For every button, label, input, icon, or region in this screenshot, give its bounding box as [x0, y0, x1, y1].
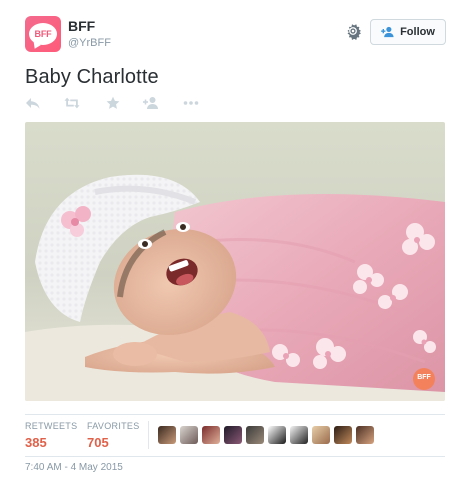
- tweet-timestamp[interactable]: 7:40 AM - 4 May 2015: [25, 462, 123, 473]
- follow-user-icon[interactable]: [143, 96, 159, 110]
- reply-icon[interactable]: [25, 96, 41, 110]
- speech-bubble-logo: BFF: [29, 23, 57, 45]
- favorites-stat[interactable]: FAVORITES 705: [87, 421, 140, 450]
- stats-separator: [148, 421, 149, 449]
- account-avatar[interactable]: BFF: [25, 16, 61, 52]
- tweet-card: BFF BFF @YrBFF Follow Baby Charlotte BFF…: [0, 0, 467, 482]
- retweets-count: 385: [25, 435, 47, 450]
- more-icon[interactable]: [183, 96, 199, 110]
- account-name[interactable]: BFF: [68, 18, 95, 34]
- add-user-icon: [381, 26, 394, 38]
- photo-watermark: BFF: [417, 374, 431, 381]
- account-handle[interactable]: @YrBFF: [68, 37, 111, 49]
- favoriter-avatar[interactable]: [312, 426, 330, 444]
- gear-icon[interactable]: [344, 22, 362, 40]
- favoriter-avatar[interactable]: [290, 426, 308, 444]
- favoriter-avatar[interactable]: [224, 426, 242, 444]
- favoriter-avatar[interactable]: [334, 426, 352, 444]
- avatar-logo-text: BFF: [34, 29, 52, 39]
- favorites-count: 705: [87, 435, 109, 450]
- follow-button-label: Follow: [400, 26, 435, 38]
- favoriter-avatars: [158, 426, 374, 444]
- follow-button[interactable]: Follow: [370, 19, 446, 45]
- favoriter-avatar[interactable]: [180, 426, 198, 444]
- favoriter-avatar[interactable]: [158, 426, 176, 444]
- stats-divider-top: [25, 414, 445, 415]
- retweets-label: RETWEETS: [25, 421, 78, 431]
- stats-divider-bottom: [25, 456, 445, 457]
- baby-photo-illustration: [25, 122, 445, 401]
- tweet-photo[interactable]: BFF: [25, 122, 445, 401]
- retweet-icon[interactable]: [64, 96, 80, 110]
- favoriter-avatar[interactable]: [356, 426, 374, 444]
- favoriter-avatar[interactable]: [246, 426, 264, 444]
- favoriter-avatar[interactable]: [268, 426, 286, 444]
- favoriter-avatar[interactable]: [202, 426, 220, 444]
- favorite-icon[interactable]: [105, 96, 121, 110]
- retweets-stat[interactable]: RETWEETS 385: [25, 421, 77, 450]
- favorites-label: FAVORITES: [87, 421, 140, 431]
- tweet-text: Baby Charlotte: [25, 66, 159, 88]
